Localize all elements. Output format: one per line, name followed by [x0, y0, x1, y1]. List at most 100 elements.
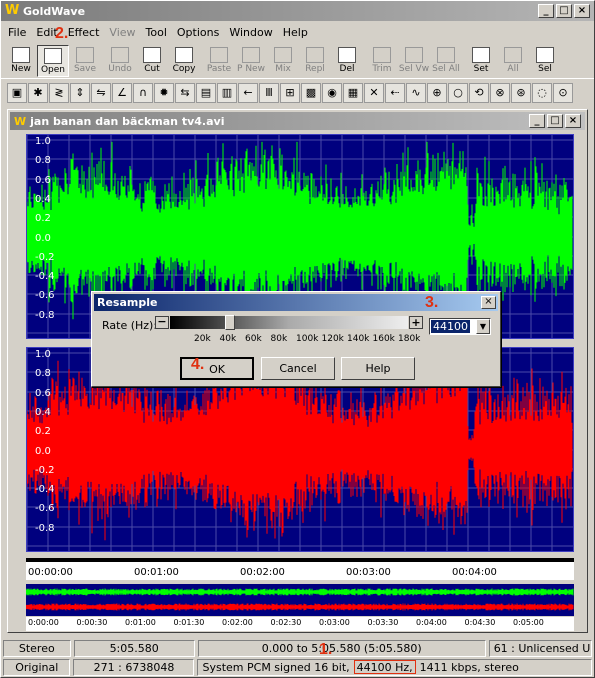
menu-help[interactable]: Help: [278, 26, 313, 39]
effect-tool-8-icon[interactable]: ✹: [154, 82, 174, 103]
sel-vw-button[interactable]: Sel Vw: [398, 45, 430, 77]
effect-tool-12-icon[interactable]: ←: [238, 82, 258, 103]
rate-decrease-button[interactable]: −: [155, 316, 169, 329]
rate-slider-thumb[interactable]: [225, 315, 235, 330]
maximize-button[interactable]: □: [556, 4, 572, 18]
amplitude-label: 0.2: [35, 213, 51, 224]
effect-tool-25-icon[interactable]: ⊛: [511, 82, 531, 103]
effect-tool-20-icon[interactable]: ∿: [406, 82, 426, 103]
select-all-icon: [437, 47, 455, 63]
effect-tool-16-icon[interactable]: ◉: [322, 82, 342, 103]
amplitude-label: 1.0: [35, 136, 51, 147]
effect-tool-14-icon[interactable]: ⊞: [280, 82, 300, 103]
time-label: 00:01:00: [134, 567, 179, 578]
sel-button[interactable]: Sel: [529, 45, 561, 77]
mix-button[interactable]: Mix: [267, 45, 299, 77]
format-text: System PCM signed 16 bit,: [202, 660, 350, 674]
copy-button[interactable]: Copy: [168, 45, 200, 77]
chevron-down-icon[interactable]: ▼: [476, 319, 490, 334]
menu-options[interactable]: Options: [172, 26, 224, 39]
title-bar[interactable]: W GoldWave _ □ ×: [1, 1, 594, 21]
amplitude-label: 1.0: [35, 349, 51, 360]
effect-tool-1-icon[interactable]: ▣: [7, 82, 27, 103]
delete-icon: [338, 47, 356, 63]
open-button[interactable]: Open: [37, 45, 69, 77]
amplitude-label: 0.0: [35, 233, 51, 244]
p-new-button[interactable]: P New: [235, 45, 267, 77]
overview-plot: [25, 588, 574, 611]
trim-button[interactable]: Trim: [366, 45, 398, 77]
effect-tool-23-icon[interactable]: ⟲: [469, 82, 489, 103]
overview-waveform[interactable]: [25, 584, 574, 616]
toolbar-label: Copy: [172, 64, 196, 74]
license-status: 61 : Unlicensed Usa: [488, 639, 592, 657]
help-button[interactable]: Help: [341, 357, 415, 380]
scale-label: 20k: [194, 334, 211, 344]
effect-tool-3-icon[interactable]: ≷: [49, 82, 69, 103]
effect-tool-13-icon[interactable]: Ⅲ: [259, 82, 279, 103]
effect-tool-9-icon[interactable]: ⇆: [175, 82, 195, 103]
effect-tool-24-icon[interactable]: ⊗: [490, 82, 510, 103]
doc-minimize-button[interactable]: _: [529, 114, 545, 128]
effect-tool-22-icon[interactable]: ○: [448, 82, 468, 103]
bitrate-text: 1411 kbps, stereo: [419, 660, 519, 674]
new-button[interactable]: New: [5, 45, 37, 77]
wave-doc-icon: W: [14, 114, 27, 128]
scale-label: 180k: [398, 334, 421, 344]
effect-tool-27-icon[interactable]: ⊙: [553, 82, 573, 103]
close-button[interactable]: ×: [574, 4, 590, 18]
paste-button[interactable]: Paste: [203, 45, 235, 77]
toolbar-label: Repl: [305, 64, 325, 74]
time-ruler[interactable]: 00:00:00 00:01:00 00:02:00 00:03:00 00:04:00: [26, 558, 574, 580]
rate-combobox[interactable]: 44100 ▼: [429, 318, 491, 335]
sel-all-button[interactable]: Sel All: [430, 45, 462, 77]
repl-button[interactable]: Repl: [299, 45, 331, 77]
overview-time-label: 0:04:30: [464, 618, 496, 627]
amplitude-label: 0.6: [35, 388, 51, 399]
toolbar-label: Mix: [275, 64, 291, 74]
overview-time-label: 0:01:00: [125, 618, 156, 627]
set-button[interactable]: Set: [465, 45, 497, 77]
undo-button[interactable]: Undo: [104, 45, 136, 77]
effect-tool-2-icon[interactable]: ✱: [28, 82, 48, 103]
set-icon: [472, 47, 490, 63]
rate-slider[interactable]: [170, 315, 408, 330]
del-button[interactable]: Del: [331, 45, 363, 77]
cancel-button[interactable]: Cancel: [261, 357, 335, 380]
menu-view[interactable]: View: [104, 26, 140, 39]
menu-window[interactable]: Window: [224, 26, 277, 39]
all-button[interactable]: All: [497, 45, 529, 77]
amplitude-label: -0.2: [35, 252, 55, 263]
effect-tool-21-icon[interactable]: ⊕: [427, 82, 447, 103]
menu-file[interactable]: File: [3, 26, 31, 39]
effect-tool-18-icon[interactable]: ✕: [364, 82, 384, 103]
effect-tool-4-icon[interactable]: ⇕: [70, 82, 90, 103]
rate-value[interactable]: 44100: [431, 320, 470, 333]
effect-tool-19-icon[interactable]: ⇠: [385, 82, 405, 103]
sample-position: 271 : 6738048: [73, 658, 195, 676]
selection-range: 0.000 to 5:05.580 (5:05.580): [197, 639, 486, 657]
effect-tool-17-icon[interactable]: ▦: [343, 82, 363, 103]
doc-close-button[interactable]: ×: [565, 114, 581, 128]
menu-tool[interactable]: Tool: [141, 26, 172, 39]
rate-increase-button[interactable]: +: [409, 316, 423, 329]
minimize-button[interactable]: _: [538, 4, 554, 18]
effect-tool-6-icon[interactable]: ∠: [112, 82, 132, 103]
effect-tool-15-icon[interactable]: ▩: [301, 82, 321, 103]
toolbar-label: P New: [237, 64, 265, 74]
effect-tool-7-icon[interactable]: ∩: [133, 82, 153, 103]
amplitude-label: 0.4: [35, 407, 51, 418]
menu-effect[interactable]: Effect: [63, 26, 105, 39]
save-button[interactable]: Save: [69, 45, 101, 77]
effect-tool-5-icon[interactable]: ⇋: [91, 82, 111, 103]
time-label: 00:02:00: [240, 567, 285, 578]
effect-tool-11-icon[interactable]: ▥: [217, 82, 237, 103]
effect-tool-10-icon[interactable]: ▤: [196, 82, 216, 103]
scale-label: 120k: [321, 334, 344, 344]
doc-maximize-button[interactable]: □: [547, 114, 563, 128]
dialog-close-button[interactable]: ×: [481, 296, 496, 309]
effect-tool-26-icon[interactable]: ◌: [532, 82, 552, 103]
overview-time-label: 0:04:00: [416, 618, 447, 627]
cut-button[interactable]: Cut: [136, 45, 168, 77]
document-title-bar[interactable]: W jan banan dan bäckman tv4.avi _ □ ×: [10, 112, 585, 130]
